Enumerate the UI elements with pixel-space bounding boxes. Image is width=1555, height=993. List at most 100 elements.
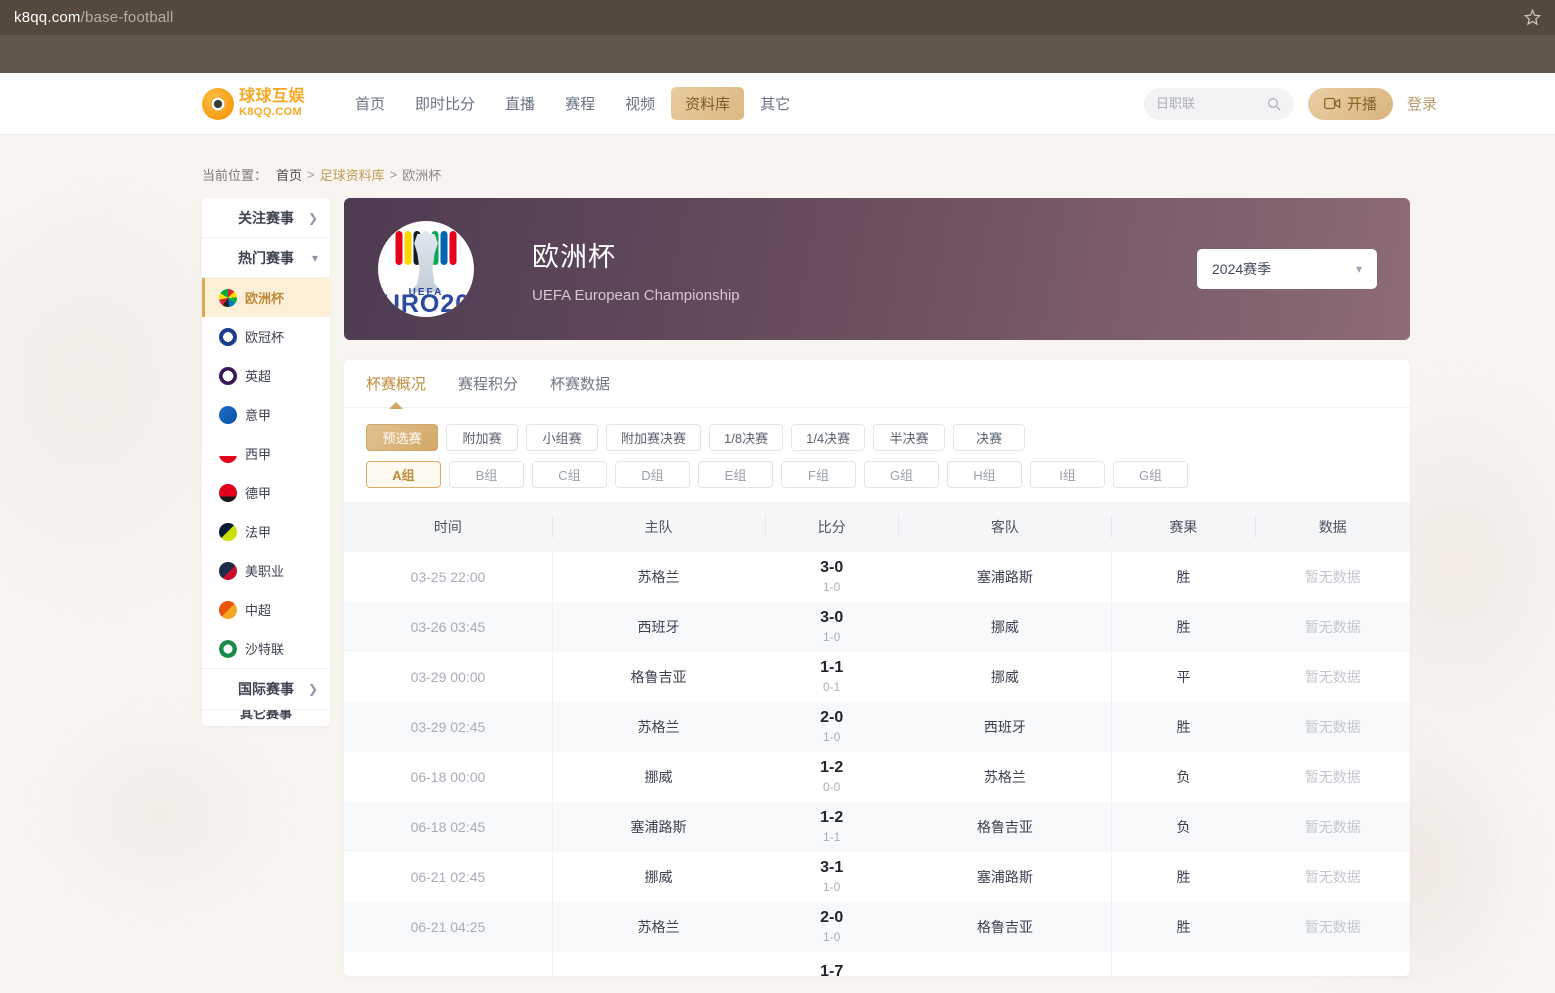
sidebar-item-euro[interactable]: 欧洲杯 [202,278,330,317]
cell-away-team[interactable]: 西班牙 [898,702,1111,752]
cell-home-team[interactable]: 苏格兰 [552,552,765,602]
cell-score: 3-0 1-0 [765,602,898,652]
group-chip-a[interactable]: A组 [366,461,441,488]
column-header-data: 数据 [1255,502,1410,552]
group-chip-f[interactable]: F组 [781,461,856,488]
stage-chip-playoff[interactable]: 附加赛 [446,424,518,451]
cell-home-team[interactable]: 挪威 [552,752,765,802]
group-chip-c[interactable]: C组 [532,461,607,488]
nav-item-home[interactable]: 首页 [341,87,399,120]
stage-chip-playoff-final[interactable]: 附加赛决赛 [606,424,701,451]
start-live-button[interactable]: 开播 [1308,88,1393,120]
browser-address-bar[interactable]: k8qq.com/base-football [0,0,1555,35]
nav-item-database[interactable]: 资料库 [671,87,744,120]
cell-data[interactable] [1255,952,1410,976]
cell-data[interactable]: 暂无数据 [1255,552,1410,602]
cell-data[interactable]: 暂无数据 [1255,652,1410,702]
sidebar-group-follow[interactable]: 关注赛事 ❯ [202,198,330,238]
cell-away-team[interactable]: 苏格兰 [898,752,1111,802]
search-box[interactable] [1144,88,1294,120]
table-row[interactable]: 03-25 22:00 苏格兰 3-0 1-0 塞浦路斯 胜 暂无数据 [344,552,1410,602]
sidebar-group-international[interactable]: 国际赛事 ❯ [202,669,330,709]
group-chip-b[interactable]: B组 [449,461,524,488]
euro-logo-icon [219,289,237,307]
star-icon[interactable] [1521,7,1543,29]
search-icon[interactable] [1266,96,1282,112]
stage-chip-round-of-16[interactable]: 1/8决赛 [709,424,783,451]
breadcrumb-home[interactable]: 首页 [276,165,302,184]
sidebar-item-seriea[interactable]: 意甲 [202,395,330,434]
sidebar-group-hot[interactable]: 热门赛事 ▾ [202,238,330,278]
search-input[interactable] [1156,96,1266,111]
cell-home-team[interactable]: 苏格兰 [552,702,765,752]
cell-data[interactable]: 暂无数据 [1255,752,1410,802]
tab-overview[interactable]: 杯赛概况 [366,360,426,408]
group-chip-e[interactable]: E组 [698,461,773,488]
cell-away-team[interactable] [898,952,1111,976]
sidebar-item-bundesliga[interactable]: 德甲 [202,473,330,512]
group-chip-g2[interactable]: G组 [1113,461,1188,488]
content-panel: 杯赛概况 赛程积分 杯赛数据 预选赛 附加赛 小组赛 附加赛决赛 1/8决赛 1… [344,360,1410,976]
cell-home-team[interactable]: 挪威 [552,852,765,902]
cell-result: 负 [1111,802,1255,852]
nav-item-livescore[interactable]: 即时比分 [401,87,489,120]
nav-item-schedule[interactable]: 赛程 [551,87,609,120]
sidebar-item-csl[interactable]: 中超 [202,590,330,629]
table-row[interactable]: 03-29 00:00 格鲁吉亚 1-1 0-1 挪威 平 暂无数据 [344,652,1410,702]
login-link[interactable]: 登录 [1407,93,1437,114]
tab-standings[interactable]: 赛程积分 [458,360,518,408]
sidebar-item-mls[interactable]: 美职业 [202,551,330,590]
group-chip-g[interactable]: G组 [864,461,939,488]
cell-data[interactable]: 暂无数据 [1255,702,1410,752]
table-row[interactable]: 06-18 00:00 挪威 1-2 0-0 苏格兰 负 暂无数据 [344,752,1410,802]
sidebar-item-epl[interactable]: 英超 [202,356,330,395]
cell-home-team[interactable]: 西班牙 [552,602,765,652]
cell-away-team[interactable]: 挪威 [898,602,1111,652]
table-row[interactable]: 03-26 03:45 西班牙 3-0 1-0 挪威 胜 暂无数据 [344,602,1410,652]
table-row[interactable]: 06-21 04:25 苏格兰 2-0 1-0 格鲁吉亚 胜 暂无数据 [344,902,1410,952]
tab-stats[interactable]: 杯赛数据 [550,360,610,408]
cell-data[interactable]: 暂无数据 [1255,902,1410,952]
cell-data[interactable]: 暂无数据 [1255,602,1410,652]
nav-item-live[interactable]: 直播 [491,87,549,120]
table-row[interactable]: 06-21 02:45 挪威 3-1 1-0 塞浦路斯 胜 暂无数据 [344,852,1410,902]
stage-chip-semifinal[interactable]: 半决赛 [873,424,945,451]
table-row[interactable]: 06-18 02:45 塞浦路斯 1-2 1-1 格鲁吉亚 负 暂无数据 [344,802,1410,852]
stage-chip-quarterfinal[interactable]: 1/4决赛 [791,424,865,451]
sidebar-item-spl[interactable]: 沙特联 [202,629,330,668]
cell-home-team[interactable]: 苏格兰 [552,902,765,952]
logo-text-cn: 球球互娱 [239,89,305,105]
cell-away-team[interactable]: 塞浦路斯 [898,552,1111,602]
cell-data[interactable]: 暂无数据 [1255,802,1410,852]
sidebar-group-follow-label: 关注赛事 [238,208,294,228]
stage-chip-final[interactable]: 决赛 [953,424,1025,451]
sidebar-group-other[interactable]: 其它赛事 [202,710,330,726]
cell-home-team[interactable]: 塞浦路斯 [552,802,765,852]
sidebar-group-hot-label: 热门赛事 [238,248,294,268]
table-row[interactable]: 03-29 02:45 苏格兰 2-0 1-0 西班牙 胜 暂无数据 [344,702,1410,752]
cell-result: 胜 [1111,602,1255,652]
group-chip-h[interactable]: H组 [947,461,1022,488]
table-row[interactable]: 1-7 [344,952,1410,976]
cell-home-team[interactable]: 格鲁吉亚 [552,652,765,702]
breadcrumb-football-db[interactable]: 足球资料库 [320,165,385,184]
cell-away-team[interactable]: 格鲁吉亚 [898,802,1111,852]
cell-data[interactable]: 暂无数据 [1255,852,1410,902]
cell-away-team[interactable]: 格鲁吉亚 [898,902,1111,952]
sidebar-item-laliga[interactable]: 西甲 [202,434,330,473]
cell-away-team[interactable]: 塞浦路斯 [898,852,1111,902]
group-chip-d[interactable]: D组 [615,461,690,488]
sidebar-item-ucl[interactable]: 欧冠杯 [202,317,330,356]
start-live-label: 开播 [1347,93,1377,114]
group-chip-i[interactable]: I组 [1030,461,1105,488]
cell-home-team[interactable] [552,952,765,976]
sidebar-item-ligue1[interactable]: 法甲 [202,512,330,551]
stage-chip-group[interactable]: 小组赛 [526,424,598,451]
stage-chip-qualifiers[interactable]: 预选赛 [366,424,438,451]
score-halftime: 1-0 [765,730,898,744]
site-logo[interactable]: 球球互娱 K8QQ.COM [202,88,305,120]
nav-item-other[interactable]: 其它 [746,87,804,120]
season-select[interactable]: 2024赛季 ▾ [1197,249,1377,289]
nav-item-video[interactable]: 视频 [611,87,669,120]
cell-away-team[interactable]: 挪威 [898,652,1111,702]
